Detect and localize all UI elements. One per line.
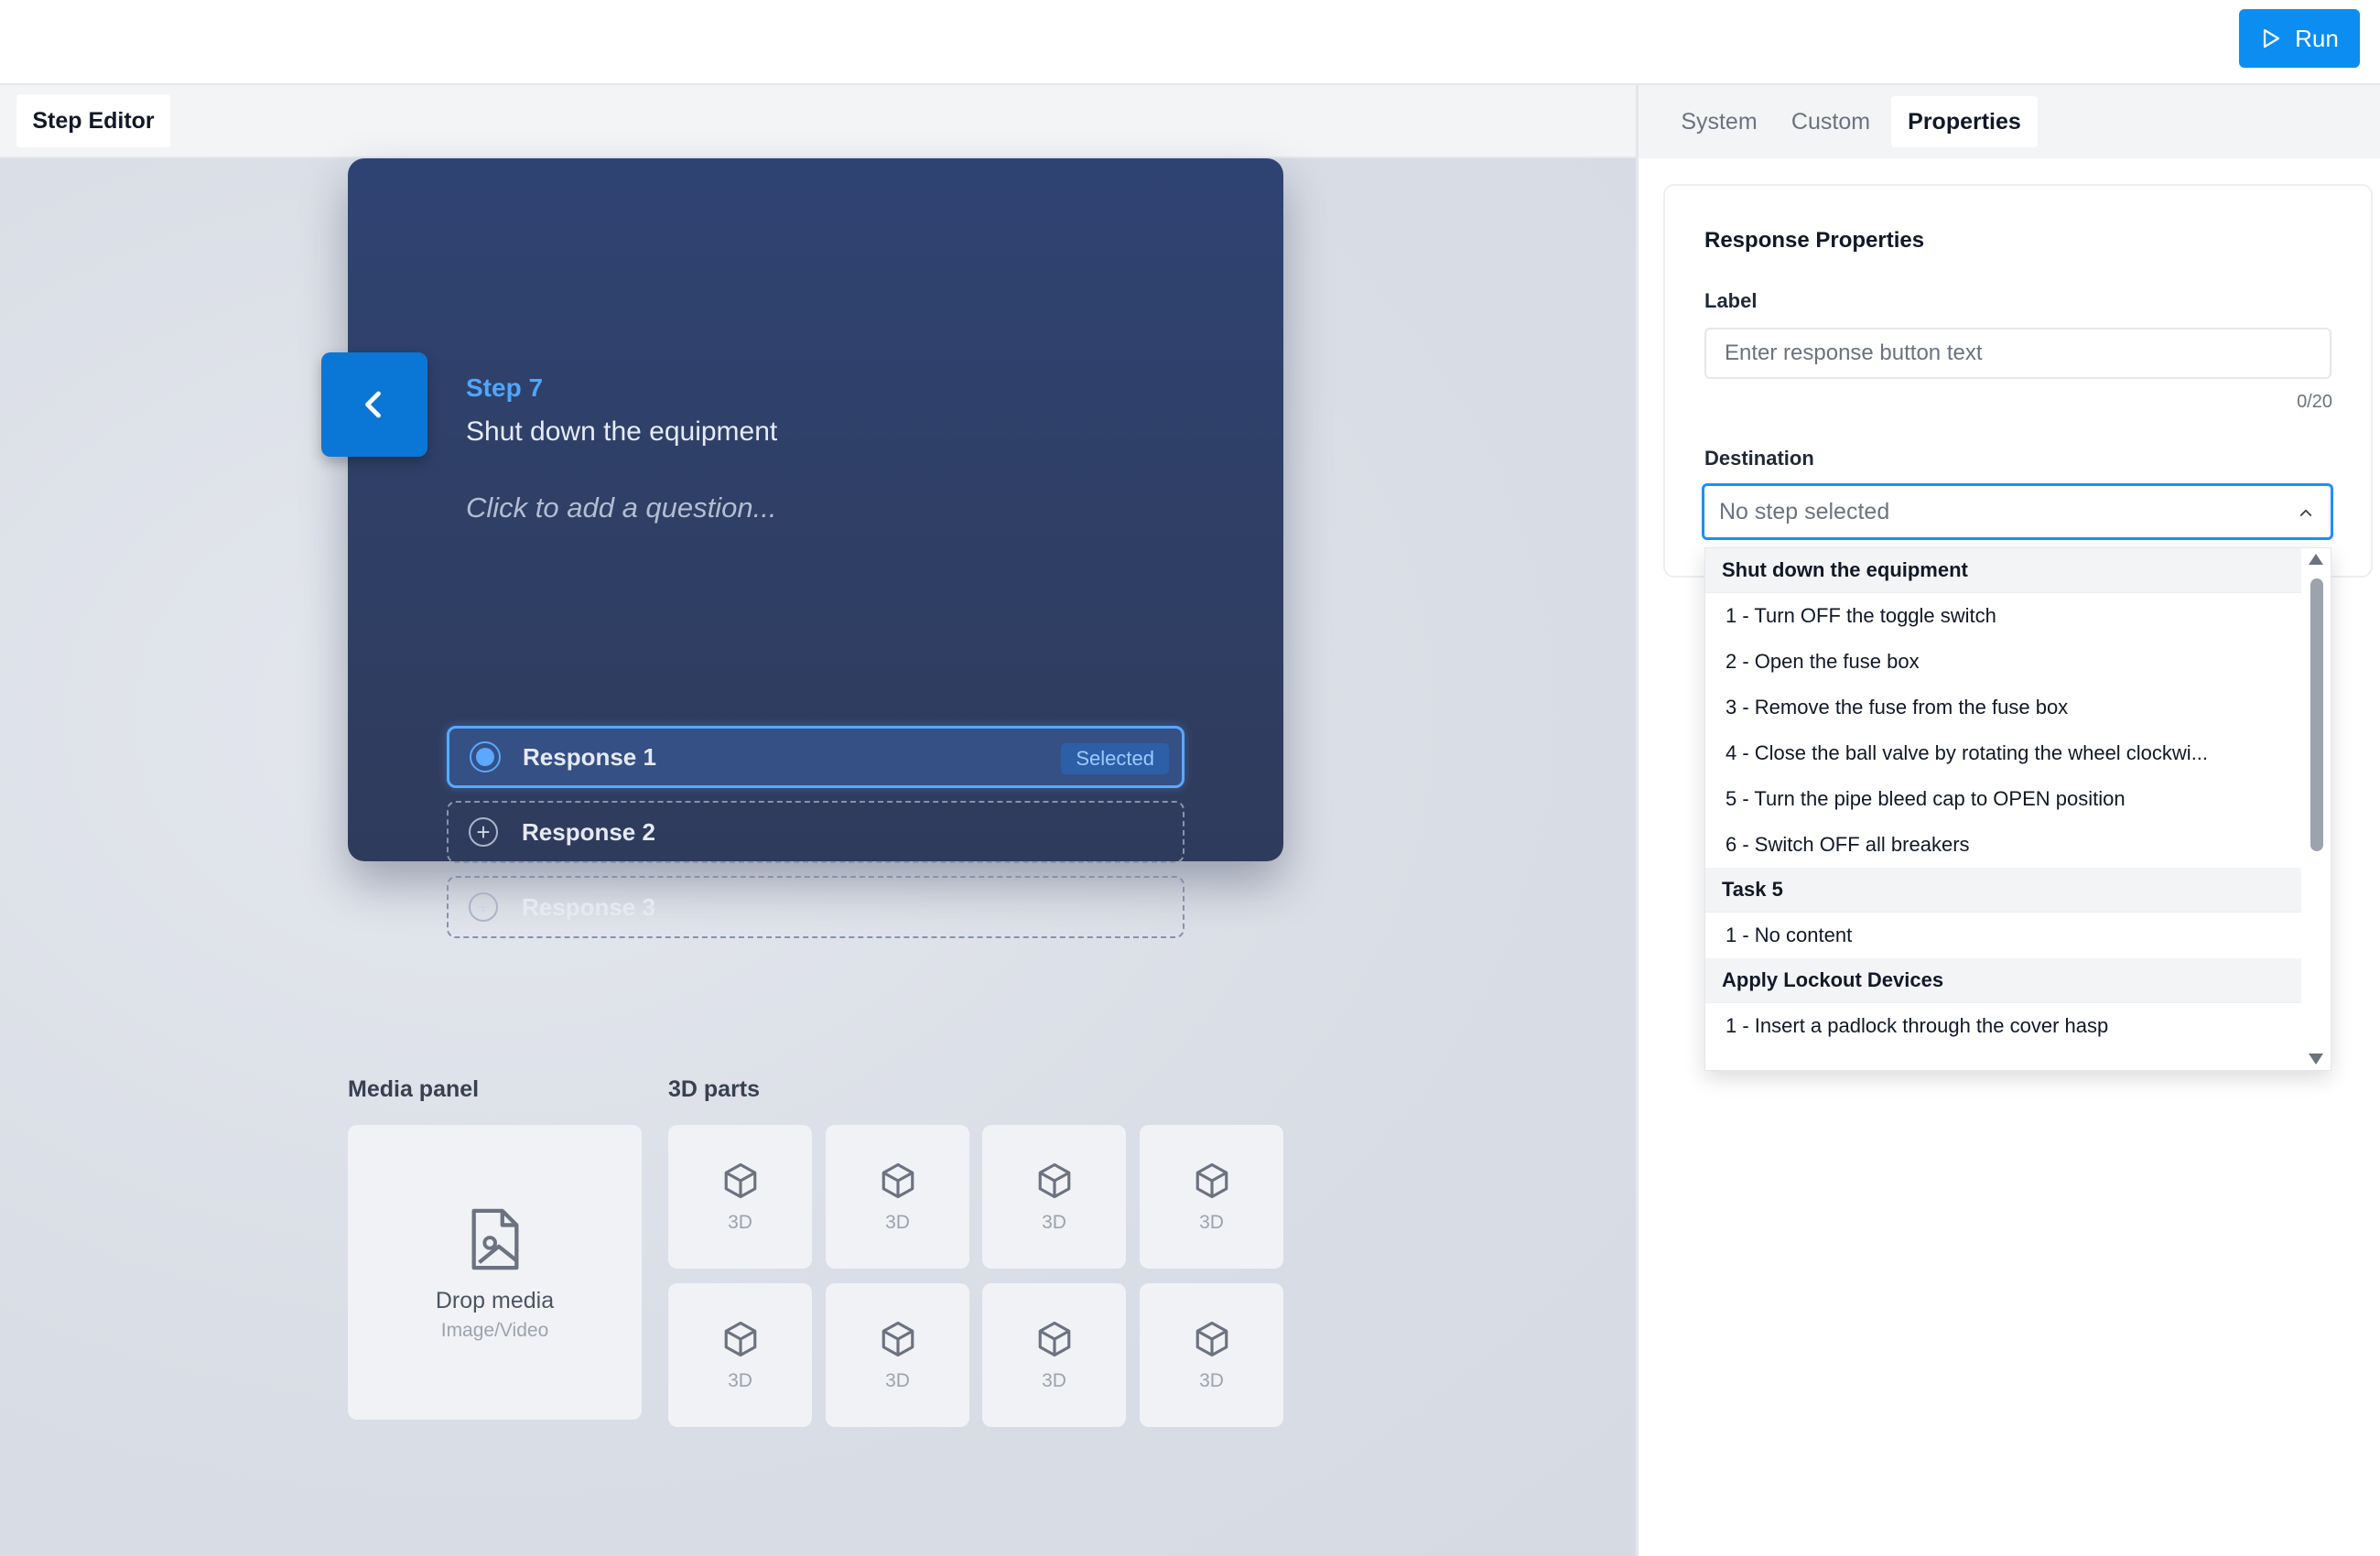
dropdown-option[interactable]: 1 - Turn OFF the toggle switch bbox=[1705, 593, 2303, 639]
dropdown-list: Shut down the equipment 1 - Turn OFF the… bbox=[1705, 548, 2303, 1049]
cube-icon bbox=[724, 1162, 756, 1198]
step-number: Step 7 bbox=[466, 373, 544, 402]
response-1-label: Response 1 bbox=[523, 742, 656, 771]
cube-icon bbox=[1195, 1162, 1228, 1198]
part-slot[interactable]: 3D bbox=[982, 1125, 1126, 1269]
response-2[interactable]: + Response 2 bbox=[447, 801, 1185, 863]
dropdown-option[interactable]: 6 - Switch OFF all breakers bbox=[1705, 822, 2303, 868]
label-field-label: Label bbox=[1704, 289, 1758, 312]
dropdown-group-header: Apply Lockout Devices bbox=[1705, 958, 2303, 1003]
tab-custom[interactable]: Custom bbox=[1780, 96, 1881, 147]
back-button[interactable] bbox=[321, 352, 427, 457]
cube-icon bbox=[1195, 1321, 1228, 1356]
dropdown-group-header: Task 5 bbox=[1705, 868, 2303, 913]
part-label: 3D bbox=[885, 1211, 910, 1233]
part-slot[interactable]: 3D bbox=[1140, 1283, 1283, 1427]
panel-tab-bar: System Custom Properties bbox=[1639, 85, 2380, 158]
part-label: 3D bbox=[1042, 1211, 1066, 1233]
chevron-up-icon bbox=[2299, 509, 2312, 516]
char-counter: 0/20 bbox=[2297, 392, 2332, 412]
tab-properties[interactable]: Properties bbox=[1891, 96, 2038, 147]
cube-icon bbox=[724, 1321, 756, 1356]
dropdown-option[interactable]: 3 - Remove the fuse from the fuse box bbox=[1705, 685, 2303, 730]
run-button-label: Run bbox=[2295, 24, 2339, 52]
part-label: 3D bbox=[728, 1369, 752, 1391]
response-label-input[interactable] bbox=[1704, 328, 2331, 379]
scrollbar-thumb[interactable] bbox=[2310, 578, 2323, 851]
dropdown-option[interactable]: 1 - Insert a padlock through the cover h… bbox=[1705, 1003, 2303, 1049]
part-label: 3D bbox=[728, 1211, 752, 1233]
top-bar: Run bbox=[0, 0, 2380, 85]
scroll-down-icon[interactable] bbox=[2309, 1054, 2323, 1064]
part-label: 3D bbox=[1199, 1369, 1224, 1391]
part-slot[interactable]: 3D bbox=[826, 1283, 969, 1427]
part-slot[interactable]: 3D bbox=[1140, 1125, 1283, 1269]
part-slot[interactable]: 3D bbox=[668, 1283, 812, 1427]
plus-circle-icon: + bbox=[469, 892, 498, 922]
play-icon bbox=[2264, 28, 2280, 49]
parts-panel-title: 3D parts bbox=[668, 1076, 761, 1102]
dropdown-group-header: Shut down the equipment bbox=[1705, 548, 2303, 593]
part-slot[interactable]: 3D bbox=[668, 1125, 812, 1269]
tab-step-editor[interactable]: Step Editor bbox=[16, 94, 170, 147]
dropdown-option[interactable]: 1 - No content bbox=[1705, 913, 2303, 958]
dropdown-option[interactable]: 5 - Turn the pipe bleed cap to OPEN posi… bbox=[1705, 776, 2303, 822]
step-title[interactable]: Shut down the equipment bbox=[466, 416, 777, 448]
destination-select-value: No step selected bbox=[1719, 498, 1890, 524]
properties-title: Response Properties bbox=[1704, 228, 1925, 253]
cube-icon bbox=[882, 1162, 914, 1198]
cube-icon bbox=[882, 1321, 914, 1356]
editor-tab-bar: Step Editor bbox=[0, 85, 1636, 158]
destination-field-label: Destination bbox=[1704, 447, 1814, 470]
part-slot[interactable]: 3D bbox=[982, 1283, 1126, 1427]
response-3-label: Response 3 bbox=[522, 892, 655, 921]
part-label: 3D bbox=[1199, 1211, 1224, 1233]
selected-badge: Selected bbox=[1061, 743, 1169, 774]
media-drop-label: Drop media bbox=[435, 1287, 555, 1313]
cube-icon bbox=[1038, 1321, 1070, 1356]
dropdown-option[interactable]: 4 - Close the ball valve by rotating the… bbox=[1705, 730, 2303, 776]
part-label: 3D bbox=[885, 1369, 910, 1391]
media-drop-hint: Image/Video bbox=[440, 1319, 549, 1341]
response-2-label: Response 2 bbox=[522, 817, 655, 846]
dropdown-option[interactable]: 2 - Open the fuse box bbox=[1705, 639, 2303, 685]
part-label: 3D bbox=[1042, 1369, 1066, 1391]
run-button[interactable]: Run bbox=[2239, 9, 2360, 68]
tab-system[interactable]: System bbox=[1668, 96, 1770, 147]
response-3[interactable]: + Response 3 bbox=[447, 876, 1185, 938]
cube-icon bbox=[1038, 1162, 1070, 1198]
dropdown-scrollbar[interactable] bbox=[2301, 548, 2331, 1070]
scroll-up-icon[interactable] bbox=[2309, 554, 2323, 565]
destination-select[interactable]: No step selected bbox=[1702, 483, 2333, 540]
destination-dropdown: Shut down the equipment 1 - Turn OFF the… bbox=[1704, 547, 2331, 1071]
media-panel-title: Media panel bbox=[348, 1076, 480, 1102]
question-input[interactable]: Click to add a question... bbox=[466, 492, 776, 524]
response-1[interactable]: Response 1 Selected bbox=[447, 726, 1185, 788]
part-slot[interactable]: 3D bbox=[826, 1125, 969, 1269]
image-file-icon bbox=[471, 1208, 518, 1270]
media-dropzone[interactable]: Drop media Image/Video bbox=[348, 1125, 642, 1420]
plus-circle-icon: + bbox=[469, 817, 498, 847]
radio-selected-icon bbox=[470, 741, 501, 773]
chevron-left-icon bbox=[365, 391, 381, 418]
